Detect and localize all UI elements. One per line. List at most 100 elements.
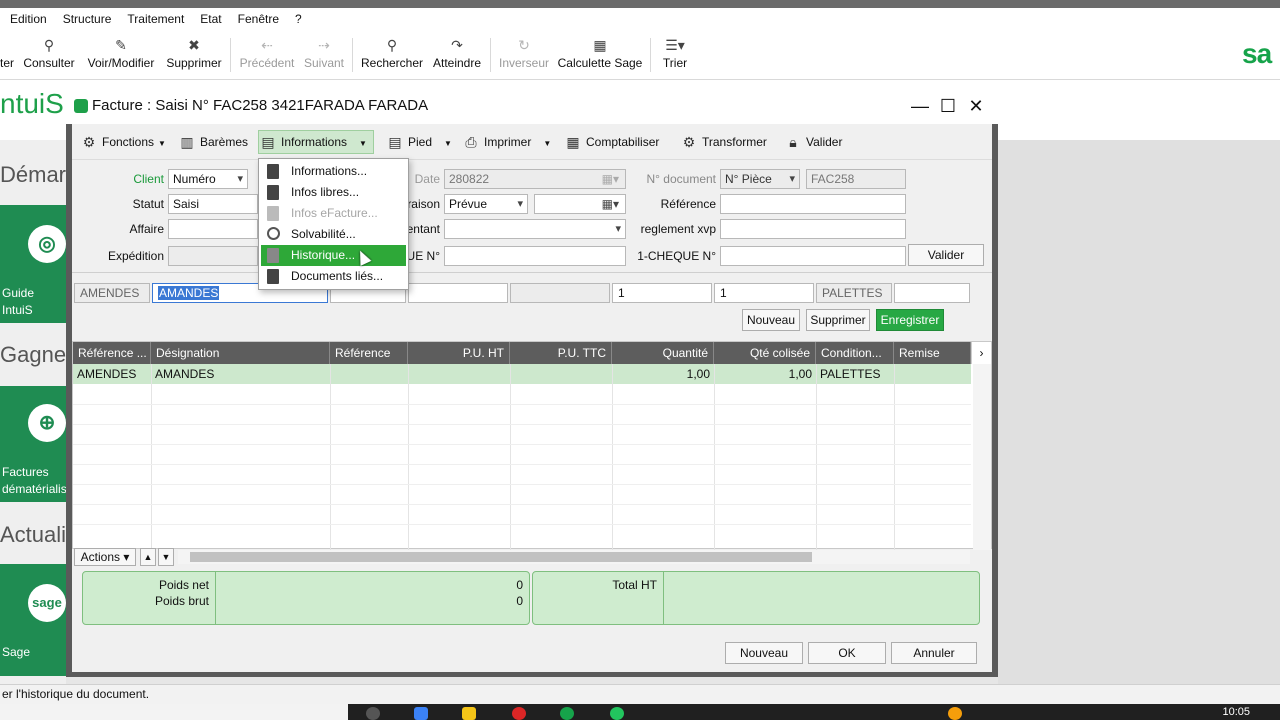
splitter[interactable] <box>72 272 992 276</box>
line-quantite-field[interactable]: 1 <box>612 283 712 303</box>
precedent-button[interactable]: ⇠ Précédent <box>238 34 296 76</box>
line-pu-ttc-field[interactable] <box>510 283 610 303</box>
baremes-button[interactable]: ▥ Barèmes <box>178 131 248 153</box>
atteindre-button[interactable]: ↷ Atteindre <box>430 34 484 76</box>
comptabiliser-button[interactable]: ▦ Comptabiliser <box>564 131 659 153</box>
representant-select[interactable] <box>444 219 626 239</box>
menu-help[interactable]: ? <box>287 12 310 26</box>
line-conditionnement-field[interactable]: PALETTES <box>816 283 892 303</box>
tile-guide-intuisage[interactable]: ◎ Guide IntuiS <box>0 205 66 323</box>
close-icon[interactable]: ✕ <box>964 94 988 118</box>
trier-button[interactable]: ☰▾ Trier <box>658 34 692 76</box>
move-down-icon[interactable]: ▼ <box>158 548 174 566</box>
scrollbar-thumb[interactable] <box>190 552 812 562</box>
cheque1-field[interactable] <box>720 246 906 266</box>
line-enregistrer-button[interactable]: Enregistrer <box>876 309 944 331</box>
right-background <box>998 140 1280 684</box>
printer-icon: ⎙ <box>465 134 477 150</box>
books-icon: ▥ <box>180 134 194 150</box>
menu-fenetre[interactable]: Fenêtre <box>230 12 287 26</box>
col-header-pu-ht[interactable]: P.U. HT <box>408 342 510 364</box>
fonctions-menu[interactable]: ⚙ Fonctions ▼ <box>80 131 166 153</box>
col-header-qte-colisee[interactable]: Qté colisée <box>714 342 816 364</box>
folder-icon[interactable] <box>462 707 476 720</box>
client-type-select[interactable]: Numéro <box>168 169 248 189</box>
actions-menu-button[interactable]: Actions ▾ <box>74 548 136 566</box>
menu-traitement[interactable]: Traitement <box>119 12 192 26</box>
col-header-reference[interactable]: Référence <box>330 342 408 364</box>
annuler-button[interactable]: Annuler <box>891 642 977 664</box>
col-header-remise[interactable]: Remise <box>894 342 971 364</box>
chevron-right-icon[interactable]: › <box>971 342 991 364</box>
menu-item-solvabilite[interactable]: Solvabilité... <box>261 224 406 245</box>
rechercher-button[interactable]: ⚲ Rechercher <box>360 34 424 76</box>
informations-menu[interactable]: ▤ Informations ▼ <box>258 130 374 154</box>
whatsapp-icon[interactable] <box>610 707 624 720</box>
menu-item-infos-efacture[interactable]: Infos eFacture... <box>261 203 406 224</box>
sage-circle-logo: sage <box>28 584 66 622</box>
line-ref-field[interactable]: AMENDES <box>74 283 150 303</box>
maximize-icon[interactable]: ☐ <box>936 94 960 118</box>
line-pu-ht-field[interactable] <box>408 283 508 303</box>
ndoc-field[interactable]: FAC258 <box>806 169 906 189</box>
col-header-pu-ttc[interactable]: P.U. TTC <box>510 342 612 364</box>
calculette-sage-button[interactable]: ▦ Calculette Sage <box>556 34 644 76</box>
move-up-icon[interactable]: ▲ <box>140 548 156 566</box>
menu-item-documents-lies[interactable]: Documents liés... <box>261 266 406 287</box>
menu-item-historique[interactable]: Historique... <box>261 245 406 266</box>
imprimer-menu[interactable]: ⎙ Imprimer ▼ <box>462 131 551 153</box>
col-header-conditionnement[interactable]: Condition... <box>816 342 894 364</box>
chrome-icon[interactable] <box>512 707 526 720</box>
supprimer-button[interactable]: ✖ Supprimer <box>164 34 224 76</box>
livraison-select[interactable]: Prévue <box>444 194 528 214</box>
task-view-icon[interactable] <box>366 707 380 720</box>
menu-structure[interactable]: Structure <box>55 12 120 26</box>
valider-button[interactable]: 🔒︎ Valider <box>784 131 842 153</box>
ndoc-type-select[interactable]: N° Pièce <box>720 169 800 189</box>
pied-menu[interactable]: ▤ Pied ▼ <box>386 131 452 153</box>
tile-sage[interactable]: sage Sage <box>0 564 66 676</box>
form-valider-button[interactable]: Valider <box>908 244 984 266</box>
grid-line <box>816 364 817 550</box>
voir-modifier-button[interactable]: ✎ Voir/Modifier <box>84 34 158 76</box>
ok-button[interactable]: OK <box>808 642 886 664</box>
line-nouveau-button[interactable]: Nouveau <box>742 309 800 331</box>
cheque-field[interactable] <box>444 246 626 266</box>
taskbar-clock[interactable]: 10:05 <box>1222 706 1250 718</box>
suivant-button[interactable]: ⇢ Suivant <box>302 34 346 76</box>
inverseur-button[interactable]: ↻ Inverseur <box>498 34 550 76</box>
expedition-label: Expédition <box>107 249 164 263</box>
menu-etat[interactable]: Etat <box>192 12 229 26</box>
tile-factures-dematerialisees[interactable]: ⊕ Factures dématérialis <box>0 386 67 502</box>
grid-horizontal-scrollbar[interactable] <box>178 550 970 564</box>
affaire-field[interactable] <box>168 219 258 239</box>
grid-vertical-scrollbar[interactable] <box>973 364 991 550</box>
menu-edition[interactable]: Edition <box>2 12 55 26</box>
line-remise-field[interactable] <box>894 283 970 303</box>
reference-field[interactable] <box>720 194 906 214</box>
partial-toolbar-button[interactable]: ter <box>0 34 14 76</box>
date-field[interactable]: 280822 ▦▾ <box>444 169 626 189</box>
statut-field[interactable]: Saisi <box>168 194 258 214</box>
col-header-designation[interactable]: Désignation <box>151 342 330 364</box>
menu-item-informations[interactable]: Informations... <box>261 161 406 182</box>
taskbar-search[interactable] <box>0 704 348 720</box>
col-header-quantite[interactable]: Quantité <box>612 342 714 364</box>
line-qte-colisee-field[interactable]: 1 <box>714 283 814 303</box>
minimize-icon[interactable]: — <box>908 94 932 118</box>
col-header-ref[interactable]: Référence ... <box>73 342 151 364</box>
consulter-button[interactable]: ⚲ Consulter <box>22 34 76 76</box>
panel-divider <box>215 572 216 624</box>
line-supprimer-button[interactable]: Supprimer <box>806 309 870 331</box>
app-icon[interactable] <box>414 707 428 720</box>
expedition-field[interactable] <box>168 246 258 266</box>
menu-item-infos-libres[interactable]: Infos libres... <box>261 182 406 203</box>
sage-app-icon[interactable] <box>560 707 574 720</box>
nouveau-button[interactable]: Nouveau <box>725 642 803 664</box>
table-row[interactable]: AMENDES AMANDES 1,00 1,00 PALETTES <box>73 364 971 384</box>
weather-icon[interactable] <box>948 707 962 720</box>
livraison-date-field[interactable]: ▦▾ <box>534 194 626 214</box>
reglement-field[interactable] <box>720 219 906 239</box>
reglement-label: reglement xvp <box>640 222 716 236</box>
transformer-button[interactable]: ⚙ Transformer <box>680 131 767 153</box>
